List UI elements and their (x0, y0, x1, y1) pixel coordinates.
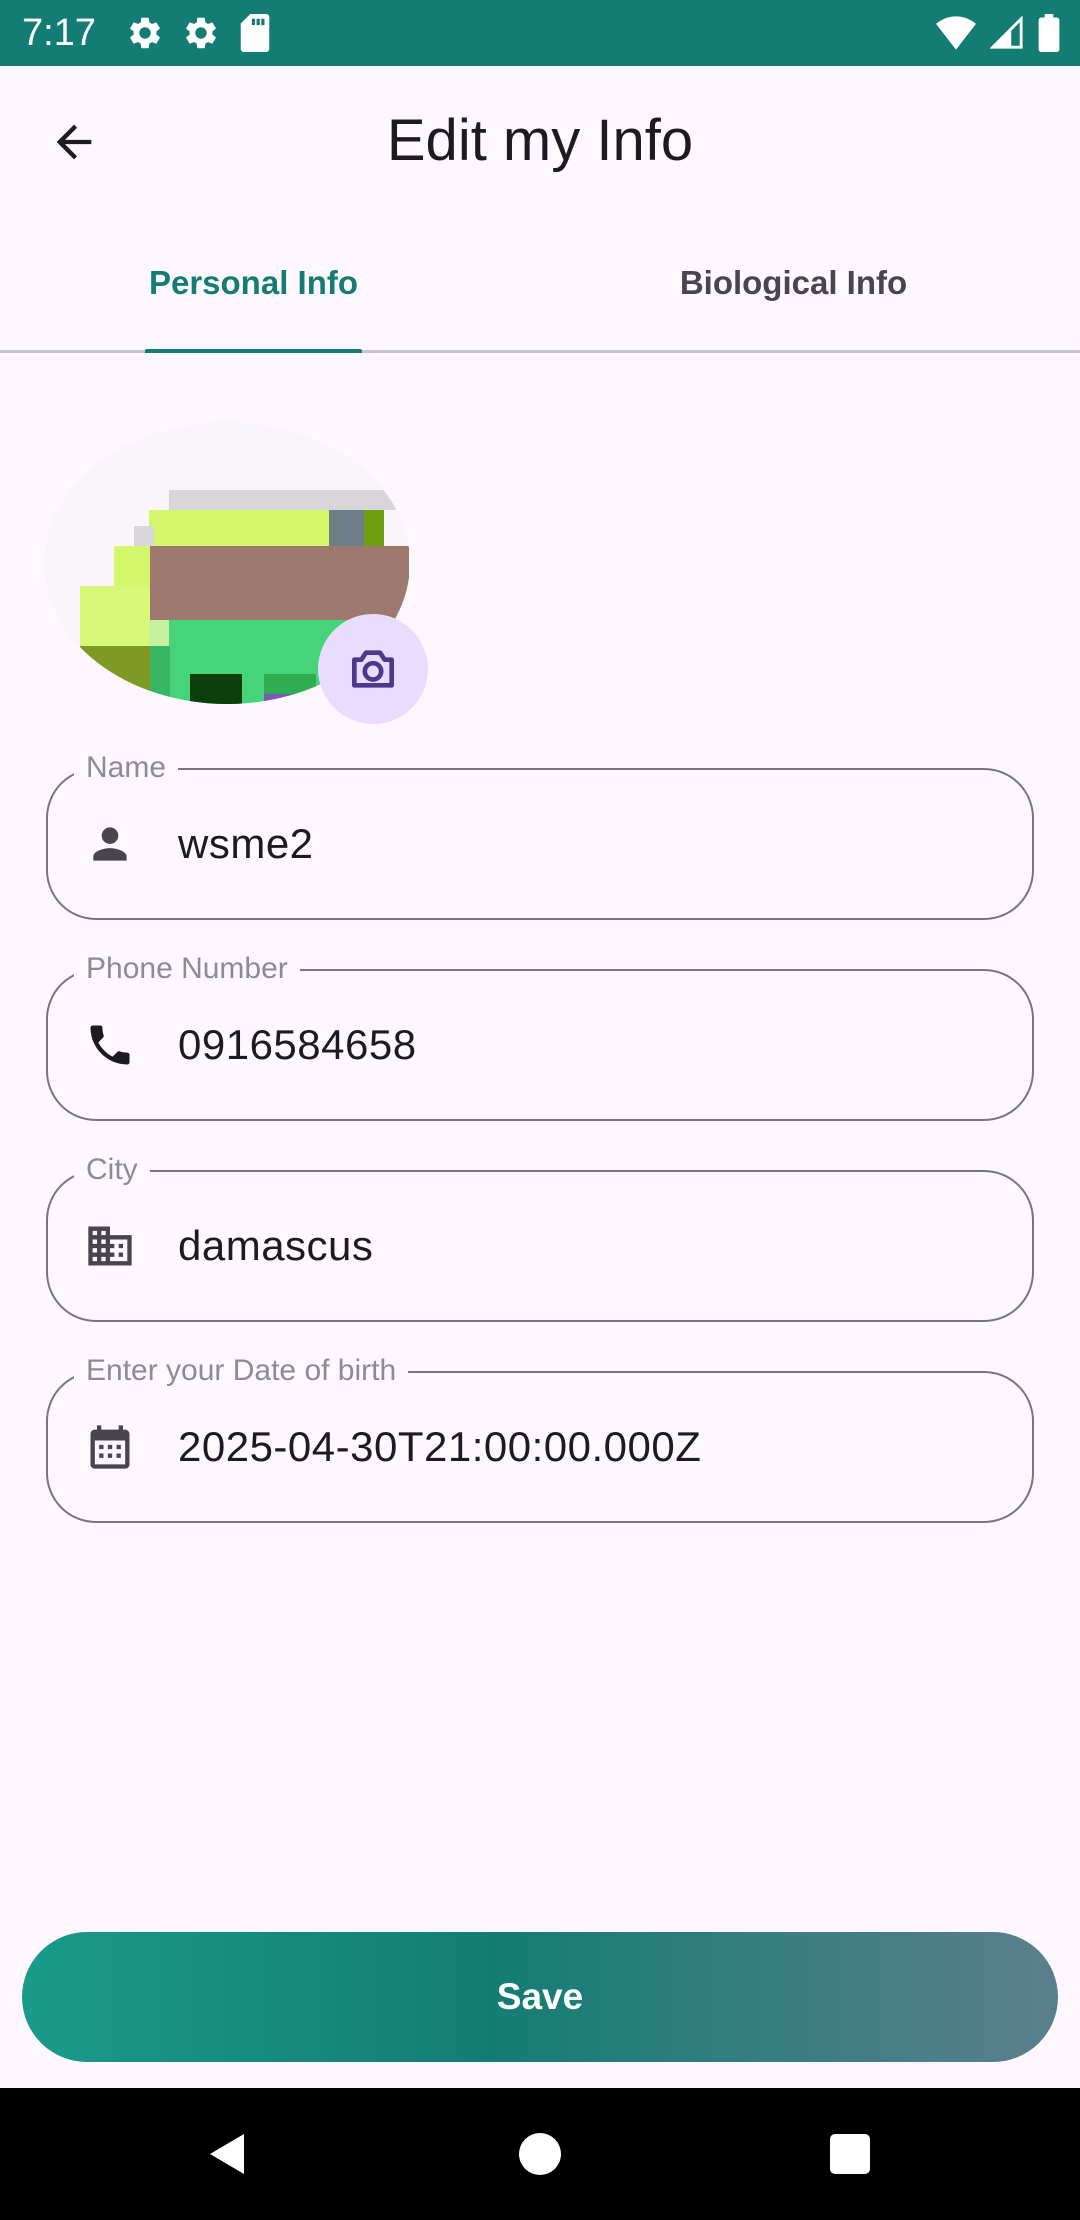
city-icon (84, 1220, 136, 1272)
tab-personal-info[interactable]: Personal Info (0, 216, 507, 350)
phone-input[interactable]: 0916584658 (178, 971, 417, 1119)
phone-icon (84, 1019, 136, 1071)
city-input[interactable]: damascus (178, 1172, 373, 1320)
nav-back-button[interactable] (148, 2088, 308, 2220)
status-left-icons (126, 14, 272, 52)
phone-field[interactable]: Phone Number 0916584658 (46, 951, 1034, 1121)
person-icon (84, 818, 136, 870)
system-nav-bar (0, 2088, 1080, 2220)
nav-home-button[interactable] (460, 2088, 620, 2220)
tab-biological-info[interactable]: Biological Info (527, 216, 1060, 350)
app-bar: Edit my Info (0, 66, 1080, 216)
back-triangle-icon (210, 2134, 244, 2174)
name-input[interactable]: wsme2 (178, 770, 314, 918)
settings-icon (126, 14, 164, 52)
status-right-icons (936, 14, 1060, 52)
recents-square-icon (830, 2134, 870, 2174)
signal-icon (990, 16, 1024, 50)
name-field[interactable]: Name wsme2 (46, 750, 1034, 920)
home-circle-icon (519, 2133, 561, 2175)
status-bar: 7:17 (0, 0, 1080, 66)
date-of-birth-input[interactable]: 2025-04-30T21:00:00.000Z (178, 1373, 701, 1521)
name-field-label: Name (74, 750, 179, 786)
city-field[interactable]: City damascus (46, 1152, 1034, 1322)
save-button[interactable]: Save (22, 1932, 1058, 2062)
page-title: Edit my Info (386, 108, 694, 173)
tab-label: Biological Info (679, 264, 908, 301)
nav-recents-button[interactable] (770, 2088, 930, 2220)
calendar-icon (84, 1421, 136, 1473)
sd-card-icon (238, 14, 272, 52)
save-button-label: Save (496, 1976, 584, 2017)
battery-icon (1038, 14, 1060, 52)
tab-bar: Personal Info Biological Info (0, 216, 1080, 353)
status-time: 7:17 (22, 12, 96, 54)
change-photo-button[interactable] (318, 614, 428, 724)
settings-icon (182, 14, 220, 52)
date-of-birth-field[interactable]: Enter your Date of birth 2025-04-30T21:0… (46, 1353, 1034, 1523)
tab-indicator (145, 349, 362, 353)
tab-label: Personal Info (148, 264, 359, 301)
wifi-icon (936, 16, 976, 50)
city-field-label: City (74, 1152, 150, 1188)
camera-icon (352, 650, 394, 688)
